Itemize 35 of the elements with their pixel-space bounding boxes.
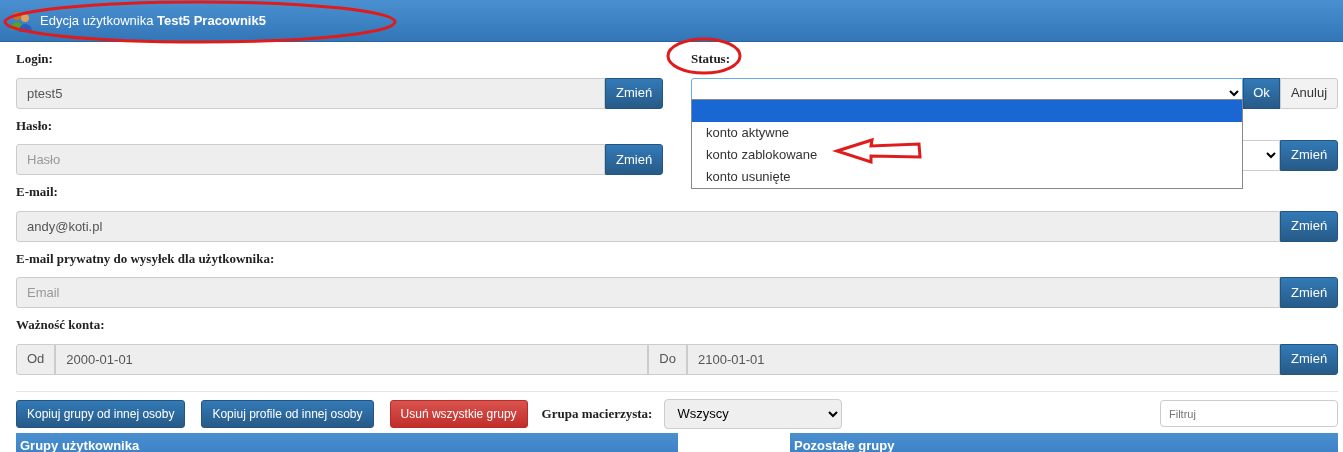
change-button[interactable]: Zmień <box>605 144 663 175</box>
users-icon <box>10 9 34 32</box>
change-button[interactable]: Zmień <box>1280 277 1338 308</box>
field-label: E-mail: <box>16 183 58 201</box>
dropdown-option[interactable]: konto aktywne <box>692 122 1242 144</box>
copy-button[interactable]: Kopiuj profile od innej osoby <box>201 399 374 428</box>
change-button[interactable]: Zmień <box>1280 210 1338 242</box>
input-field[interactable]: Email <box>16 277 1280 308</box>
field-label: Ważność konta: <box>16 316 105 334</box>
copy-button[interactable]: Kopiuj grupy od innej osoby <box>16 399 186 428</box>
field-label: Hasło: <box>16 116 53 135</box>
cancel-button[interactable]: Anuluj <box>1280 77 1338 109</box>
change-button[interactable]: Zmień <box>1280 139 1338 171</box>
field-label: Status: <box>691 50 730 68</box>
window-title: Edycja użytkownika Test5 Pracownik5 <box>40 11 266 30</box>
date-field[interactable]: 2000-01-01 <box>55 343 649 375</box>
group-select[interactable]: Wszyscy <box>664 398 843 429</box>
from-label: Od <box>16 343 56 375</box>
change-button[interactable]: Zmień <box>605 77 663 109</box>
field-label: E-mail prywatny do wysyłek dla użytkownika: <box>16 249 275 268</box>
field-label: Login: <box>16 50 53 68</box>
field-label: Grupa macierzysta: <box>541 404 653 423</box>
input-field[interactable]: Hasło <box>16 144 605 175</box>
dropdown-option[interactable]: konto usunięte <box>692 166 1242 188</box>
panel-header: Pozostałe grupy <box>790 432 1338 452</box>
delete-button[interactable]: Usuń wszystkie grupy <box>389 399 528 428</box>
date-field[interactable]: 2100-01-01 <box>687 343 1280 375</box>
change-button[interactable]: Zmień <box>1280 343 1338 375</box>
filter-field[interactable]: Filtruj <box>1160 400 1338 427</box>
input-field[interactable]: ptest5 <box>16 77 605 109</box>
dropdown-option[interactable]: konto zablokowane <box>692 144 1242 166</box>
panel-header: Grupy użytkownika <box>16 432 678 452</box>
ok-button[interactable]: Ok <box>1243 77 1280 109</box>
to-label: Do <box>648 343 687 375</box>
input-field[interactable]: andy@koti.pl <box>16 210 1280 242</box>
